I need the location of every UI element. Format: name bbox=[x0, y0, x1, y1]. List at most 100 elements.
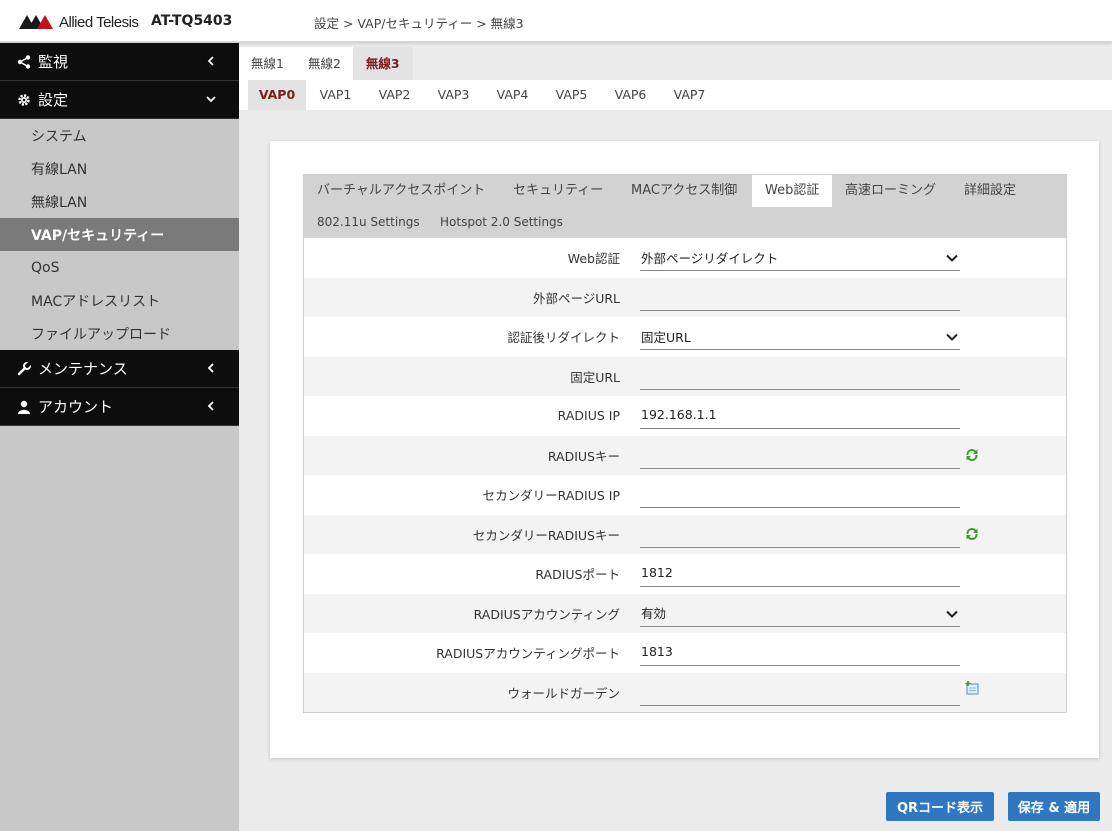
tab-vap1[interactable]: VAP1 bbox=[306, 80, 365, 110]
chevron-down-icon bbox=[946, 333, 958, 341]
radius-accounting-select[interactable]: 有効 bbox=[640, 602, 960, 627]
radius-key-label: RADIUSキー bbox=[547, 448, 620, 464]
row-fixed-url: 固定URL bbox=[304, 356, 1066, 396]
sidebar-group-settings[interactable]: 設定 bbox=[0, 81, 239, 119]
sidebar-item-vap-security[interactable]: VAP/セキュリティー bbox=[0, 218, 239, 251]
user-icon bbox=[17, 400, 33, 414]
radius-ip-input[interactable]: 192.168.1.1 bbox=[640, 404, 960, 429]
tab-mac-access-control[interactable]: MACアクセス制御 bbox=[618, 175, 750, 207]
tab-vap2[interactable]: VAP2 bbox=[365, 80, 424, 110]
sidebar-group-label: アカウント bbox=[38, 398, 114, 416]
form-rows: Web認証 外部ページリダイレクト 外部ページURL 認証後リダイレクト 固定U… bbox=[304, 238, 1066, 712]
tab-virtual-access-point[interactable]: バーチャルアクセスポイント bbox=[304, 175, 498, 207]
device-model: AT-TQ5403 bbox=[151, 13, 233, 29]
top-bar: Allied Telesis AT-TQ5403 設定 > VAP/セキュリティ… bbox=[0, 0, 1112, 42]
secondary-radius-key-input[interactable] bbox=[640, 523, 960, 548]
tab-vap5[interactable]: VAP5 bbox=[542, 80, 601, 110]
row-radius-key: RADIUSキー bbox=[304, 435, 1066, 475]
post-auth-redirect-label: 認証後リダイレクト bbox=[507, 330, 620, 346]
tab-vap3[interactable]: VAP3 bbox=[424, 80, 483, 110]
web-auth-label: Web認証 bbox=[567, 251, 620, 267]
gear-icon bbox=[17, 93, 33, 107]
refresh-icon[interactable] bbox=[965, 527, 979, 541]
sidebar-item-qos[interactable]: QoS bbox=[0, 251, 239, 284]
tab-radio3[interactable]: 無線3 bbox=[352, 47, 413, 80]
save-apply-button[interactable]: 保存 & 適用 bbox=[1008, 792, 1100, 821]
add-document-icon[interactable] bbox=[965, 680, 979, 695]
wrench-icon bbox=[17, 361, 33, 376]
sidebar-group-maintenance[interactable]: メンテナンス bbox=[0, 350, 239, 388]
sidebar-item-system[interactable]: システム bbox=[0, 119, 239, 152]
tab-web-auth[interactable]: Web認証 bbox=[752, 175, 833, 207]
tab-fast-roaming[interactable]: 高速ローミング bbox=[832, 175, 949, 207]
tab-hotspot20-settings[interactable]: Hotspot 2.0 Settings bbox=[427, 206, 576, 238]
tab-radio2[interactable]: 無線2 bbox=[295, 47, 353, 80]
row-secondary-radius-ip: セカンダリーRADIUS IP bbox=[304, 475, 1066, 515]
external-url-input[interactable] bbox=[640, 286, 960, 311]
secondary-radius-key-label: セカンダリーRADIUSキー bbox=[472, 527, 620, 543]
row-radius-port: RADIUSポート 1812 bbox=[304, 554, 1066, 594]
refresh-icon[interactable] bbox=[965, 448, 979, 462]
radius-accounting-port-input[interactable]: 1813 bbox=[640, 641, 960, 666]
radius-ip-label: RADIUS IP bbox=[557, 408, 620, 424]
radius-accounting-label: RADIUSアカウンティング bbox=[473, 606, 620, 622]
chevron-down-icon bbox=[946, 254, 958, 262]
row-web-auth: Web認証 外部ページリダイレクト bbox=[304, 238, 1066, 278]
walled-garden-input[interactable] bbox=[640, 681, 960, 706]
post-auth-redirect-value: 固定URL bbox=[641, 329, 691, 345]
sidebar: 監視 設定 システム 有線LAN 無線LAN VAP/セキュリティー QoS M… bbox=[0, 43, 239, 831]
tab-vap6[interactable]: VAP6 bbox=[601, 80, 660, 110]
row-radius-accounting-port: RADIUSアカウンティングポート 1813 bbox=[304, 633, 1066, 673]
tab-80211u-settings[interactable]: 802.11u Settings bbox=[304, 206, 433, 238]
radius-port-input[interactable]: 1812 bbox=[640, 562, 960, 587]
radius-accounting-port-label: RADIUSアカウンティングポート bbox=[436, 646, 620, 662]
row-post-auth-redirect: 認証後リダイレクト 固定URL bbox=[304, 317, 1066, 357]
row-secondary-radius-key: セカンダリーRADIUSキー bbox=[304, 514, 1066, 554]
row-radius-accounting: RADIUSアカウンティング 有効 bbox=[304, 593, 1066, 633]
main-content: 無線1 無線2 無線3 VAP0 VAP1 VAP2 VAP3 VAP4 VAP… bbox=[239, 43, 1112, 831]
sidebar-group-account[interactable]: アカウント bbox=[0, 388, 239, 426]
vap-tabs: VAP0 VAP1 VAP2 VAP3 VAP4 VAP5 VAP6 VAP7 bbox=[239, 80, 1112, 110]
logo-text: Allied Telesis bbox=[59, 13, 139, 31]
tab-vap4[interactable]: VAP4 bbox=[483, 80, 542, 110]
fixed-url-label: 固定URL bbox=[570, 369, 620, 385]
web-auth-select[interactable]: 外部ページリダイレクト bbox=[640, 246, 960, 271]
settings-card: バーチャルアクセスポイント セキュリティー MACアクセス制御 Web認証 高速… bbox=[270, 141, 1099, 758]
show-qr-code-button[interactable]: QRコード表示 bbox=[886, 792, 994, 821]
tab-vap0[interactable]: VAP0 bbox=[248, 80, 306, 110]
allied-telesis-logo: Allied Telesis bbox=[19, 13, 139, 31]
share-icon bbox=[17, 54, 33, 69]
secondary-radius-ip-label: セカンダリーRADIUS IP bbox=[482, 488, 620, 504]
radius-port-label: RADIUSポート bbox=[535, 567, 620, 583]
chevron-down-icon bbox=[946, 610, 958, 618]
web-auth-panel: バーチャルアクセスポイント セキュリティー MACアクセス制御 Web認証 高速… bbox=[303, 174, 1067, 713]
chevron-left-icon bbox=[207, 401, 214, 411]
tab-vap7[interactable]: VAP7 bbox=[660, 80, 719, 110]
sidebar-group-label: メンテナンス bbox=[38, 360, 128, 378]
walled-garden-label: ウォールドガーデン bbox=[507, 685, 620, 701]
logo-mark-icon bbox=[19, 15, 53, 29]
tab-security[interactable]: セキュリティー bbox=[500, 175, 616, 207]
sidebar-item-wireless-lan[interactable]: 無線LAN bbox=[0, 185, 239, 218]
settings-subtabs: バーチャルアクセスポイント セキュリティー MACアクセス制御 Web認証 高速… bbox=[304, 175, 1066, 238]
radio-tabs: 無線1 無線2 無線3 bbox=[239, 47, 413, 80]
row-external-url: 外部ページURL bbox=[304, 277, 1066, 317]
web-auth-value: 外部ページリダイレクト bbox=[641, 250, 779, 266]
tab-radio1[interactable]: 無線1 bbox=[239, 47, 296, 80]
sidebar-group-monitor[interactable]: 監視 bbox=[0, 43, 239, 81]
sidebar-item-mac-address-list[interactable]: MACアドレスリスト bbox=[0, 284, 239, 317]
row-radius-ip: RADIUS IP 192.168.1.1 bbox=[304, 396, 1066, 436]
post-auth-redirect-select[interactable]: 固定URL bbox=[640, 325, 960, 350]
secondary-radius-ip-input[interactable] bbox=[640, 483, 960, 508]
sidebar-item-wired-lan[interactable]: 有線LAN bbox=[0, 152, 239, 185]
radius-key-input[interactable] bbox=[640, 444, 960, 469]
external-url-label: 外部ページURL bbox=[532, 290, 620, 306]
tab-advanced-settings[interactable]: 詳細設定 bbox=[951, 175, 1029, 207]
chevron-left-icon bbox=[207, 56, 214, 66]
chevron-left-icon bbox=[207, 363, 214, 373]
sidebar-item-file-upload[interactable]: ファイルアップロード bbox=[0, 317, 239, 350]
chevron-down-icon bbox=[206, 96, 216, 103]
sidebar-group-label: 監視 bbox=[38, 53, 69, 71]
row-walled-garden: ウォールドガーデン bbox=[304, 672, 1066, 712]
fixed-url-input[interactable] bbox=[640, 365, 960, 390]
